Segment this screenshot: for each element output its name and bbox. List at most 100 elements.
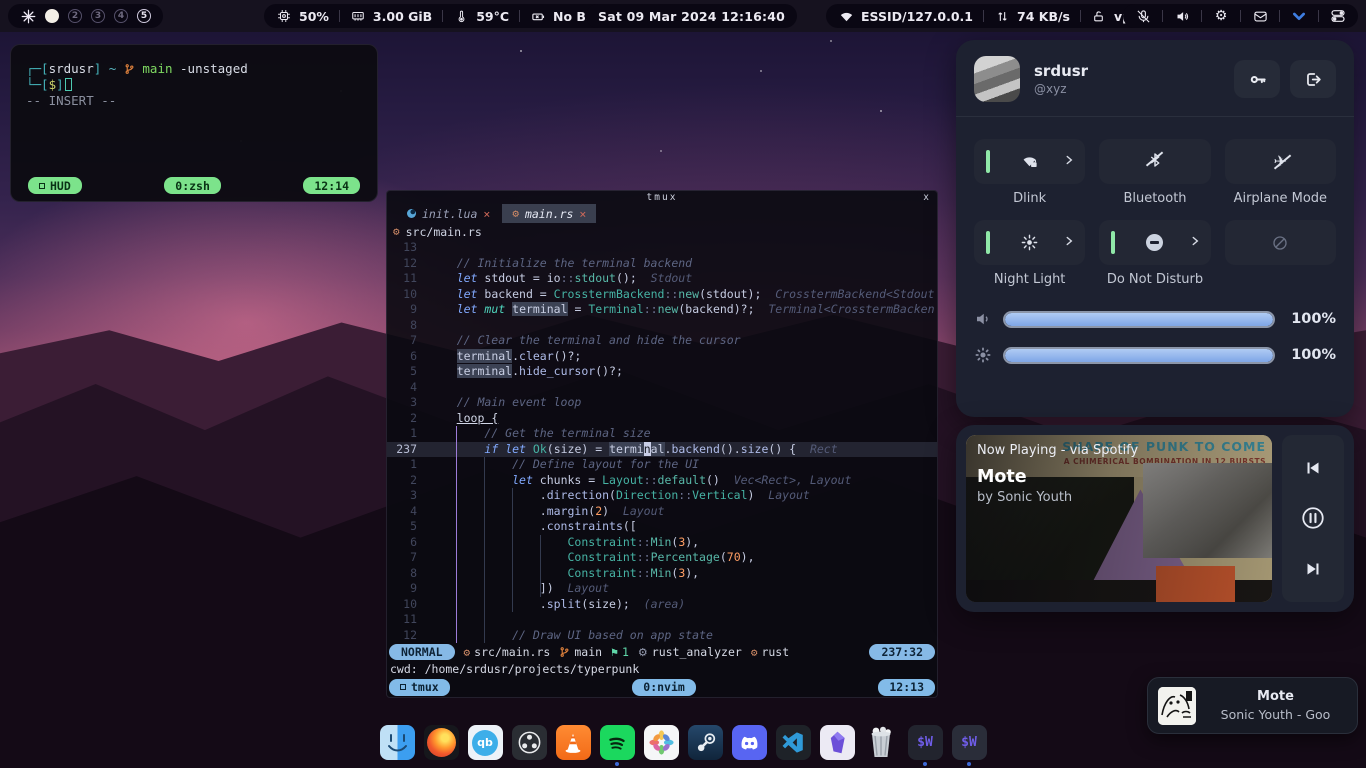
wifi-icon: [838, 8, 854, 24]
toggle-airplane-mode[interactable]: ✈: [1225, 139, 1336, 184]
dock-file-manager[interactable]: [380, 725, 415, 766]
workspace-3[interactable]: 3: [91, 9, 105, 23]
tmux-clock-pill: 12:14: [303, 177, 360, 194]
code-line: 12 // Draw UI based on app state: [387, 628, 937, 644]
dock-vscode[interactable]: [776, 725, 811, 766]
tmux-window-title: tmux x: [387, 191, 937, 204]
toggle-blocked[interactable]: [1225, 220, 1336, 265]
volume-icon[interactable]: [1174, 8, 1190, 24]
track-title: Mote: [977, 467, 1027, 487]
volume-slider[interactable]: [1003, 311, 1275, 328]
toggle-label: Airplane Mode: [1225, 191, 1336, 207]
cursor-position: 237:32: [869, 644, 935, 660]
toggle-dlink[interactable]: [974, 139, 1085, 184]
workspace-1[interactable]: [45, 9, 59, 23]
statusline-file: ⚙src/main.rs: [464, 645, 551, 659]
distro-logo-icon[interactable]: [20, 8, 36, 24]
key-icon: [1248, 70, 1267, 89]
previous-track-button[interactable]: [1293, 448, 1333, 488]
session-icon: [400, 684, 406, 690]
workspace-5[interactable]: 5: [137, 9, 151, 23]
obsidian-icon: [820, 725, 855, 760]
terminal-window[interactable]: ┌─[srdusr] ~ main -unstaged └─[$] -- INS…: [10, 44, 378, 202]
dock-vlc[interactable]: [556, 725, 591, 766]
next-track-button[interactable]: [1293, 549, 1333, 589]
dock-trash[interactable]: [864, 725, 899, 766]
pause-button[interactable]: [1293, 498, 1333, 538]
dock-sw-dollar-2[interactable]: $W: [952, 725, 987, 766]
file-manager-icon: [380, 725, 415, 760]
toggle-label: Do Not Disturb: [1099, 272, 1210, 288]
workspace-4[interactable]: 4: [114, 9, 128, 23]
dock-discord[interactable]: [732, 725, 767, 766]
airplane-off-icon: ✈: [1274, 154, 1287, 170]
editor-tabline: init.lua × ⚙ main.rs ×: [387, 204, 937, 223]
minus-circle-icon: [1146, 234, 1163, 251]
tmux-session-pill[interactable]: HUD: [28, 177, 82, 194]
clock[interactable]: Sat 09 Mar 2024 12:16:40: [586, 4, 797, 28]
tmux-window-pill[interactable]: 0:nvim: [632, 679, 696, 696]
media-notification[interactable]: Mote Sonic Youth - Goo: [1147, 677, 1358, 734]
track-artist: by Sonic Youth: [977, 490, 1072, 505]
lock-keys-button[interactable]: [1234, 60, 1280, 98]
toggle-label: Bluetooth: [1099, 191, 1210, 207]
dock-obs[interactable]: [512, 725, 547, 766]
code-line: 2 let chunks = Layout::default() Vec<Rec…: [387, 473, 937, 489]
dock-sw-dollar-1[interactable]: $W: [908, 725, 943, 766]
rust-icon: ⚙: [751, 646, 758, 659]
code-line: 7 Constraint::Percentage(70),: [387, 550, 937, 566]
vscode-icon: [776, 725, 811, 760]
media-controls: [1282, 435, 1344, 602]
git-branch-icon: [124, 63, 135, 79]
code-line: 8: [387, 318, 937, 334]
code-line: 1 // Get the terminal size: [387, 426, 937, 442]
toggle-bluetooth[interactable]: [1099, 139, 1210, 184]
editor-window[interactable]: tmux x init.lua × ⚙ main.rs × ⚙ src/main…: [386, 190, 938, 698]
toggles-icon[interactable]: [1330, 8, 1346, 24]
slider-fill: [1005, 349, 1273, 362]
qbittorrent-icon: qb: [468, 725, 503, 760]
dock-qbittorrent[interactable]: qb: [468, 725, 503, 766]
blocked-icon: [1271, 234, 1289, 252]
brightness-slider[interactable]: [1003, 347, 1275, 364]
toggle-label: [1225, 272, 1336, 288]
obs-icon: [512, 725, 547, 760]
brightness-value: 100%: [1286, 347, 1336, 363]
volume-slider-row: 100%: [974, 304, 1336, 334]
prompt-line-2: └─[$]: [26, 77, 377, 93]
rust-icon: ⚙: [393, 225, 400, 238]
dock-steam[interactable]: [688, 725, 723, 766]
dock-firefox[interactable]: [424, 725, 459, 766]
sw-dollar-icon: $W: [908, 725, 943, 760]
system-stats-pill: 50% 3.00 GiB 59°C No Bat: [264, 4, 612, 28]
logout-button[interactable]: [1290, 60, 1336, 98]
cpu-value: 50%: [299, 9, 329, 24]
tab-close-icon[interactable]: ×: [483, 207, 490, 221]
window-close-button[interactable]: x: [923, 192, 929, 203]
toggle-night-light[interactable]: [974, 220, 1085, 265]
prompt-line-1: ┌─[srdusr] ~ main -unstaged: [26, 61, 377, 77]
tab-close-icon[interactable]: ×: [579, 207, 586, 221]
prompt-branch: main: [142, 61, 172, 76]
mode-indicator: NORMAL: [389, 644, 455, 660]
dock-spotify[interactable]: [600, 725, 635, 766]
terminal-cursor: [65, 78, 72, 91]
brightness-icon: [974, 346, 992, 364]
tab-main-rs[interactable]: ⚙ main.rs ×: [502, 204, 596, 223]
settings-gear-icon[interactable]: ⚙: [1213, 8, 1229, 24]
toggle-do-not-disturb[interactable]: [1099, 220, 1210, 265]
code-area[interactable]: 1312 // Initialize the terminal backend1…: [387, 240, 937, 643]
chevron-down-icon[interactable]: [1291, 8, 1307, 24]
tmux-window-pill[interactable]: 0:zsh: [164, 177, 221, 194]
tab-init-lua[interactable]: init.lua ×: [397, 204, 500, 223]
workspace-pill: 2 3 4 5: [8, 4, 163, 28]
spotify-icon: [600, 725, 635, 760]
mic-muted-icon[interactable]: [1135, 8, 1151, 24]
tmux-session-pill[interactable]: tmux: [389, 679, 450, 696]
dock-obsidian[interactable]: [820, 725, 855, 766]
workspace-2[interactable]: 2: [68, 9, 82, 23]
active-indicator: [986, 231, 990, 254]
gear-icon: ⚙: [638, 647, 648, 658]
dock-photos[interactable]: [644, 725, 679, 766]
mail-icon[interactable]: [1252, 8, 1268, 24]
